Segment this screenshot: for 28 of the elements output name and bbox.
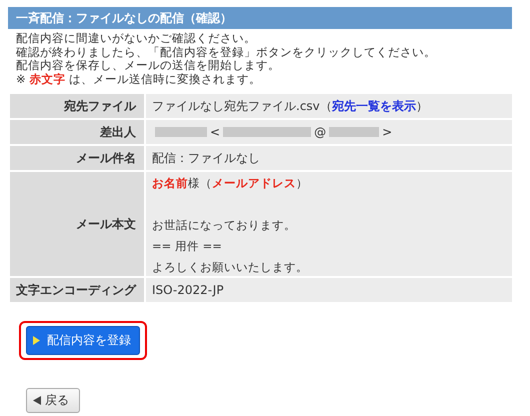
play-icon [33,336,40,345]
field-label: 文字エンコーディング [10,278,144,302]
blurred-name [155,127,207,137]
instruction-text: 配信内容に間違いがないかご確認ください。 [16,32,257,46]
back-button[interactable]: 戻る [26,388,80,413]
body-line: == 用件 == [152,239,223,253]
left-arrow-icon [33,396,41,405]
instruction-text: ※ 赤文字 は、メール送信時に変換されます。 [16,72,262,86]
at-sign: @ [314,125,326,139]
paren-text: ） [416,98,428,114]
recipient-list-link[interactable]: 宛先一覧を表示 [332,98,416,114]
field-label: メール本文 [10,172,144,276]
blurred-domain [329,127,380,137]
instruction-text: 確認が終わりましたら、「配信内容を登録」ボタンをクリックしてください。 [16,46,437,59]
field-label: 宛先ファイル [10,94,144,118]
file-name: ファイルなし宛先ファイル.csv（ [152,98,332,114]
page-title: 一斉配信：ファイルなしの配信（確認） [8,7,512,29]
field-label: 差出人 [10,120,144,144]
bracket-text: > [382,125,392,139]
field-value: 配信：ファイルなし [146,146,512,170]
body-line: お世話になっております。 [152,218,297,232]
bracket-text: < [210,125,220,139]
body-line: お名前様（メールアドレス） [152,176,309,190]
instruction-text: 配信内容を保存し、メールの送信を開始します。 [16,59,281,72]
field-value: ISO-2022-JP [146,278,512,302]
field-label: メール件名 [10,146,144,170]
body-line: よろしくお願いいたします。 [152,260,309,274]
submit-button[interactable]: 配信内容を登録 [26,326,140,355]
